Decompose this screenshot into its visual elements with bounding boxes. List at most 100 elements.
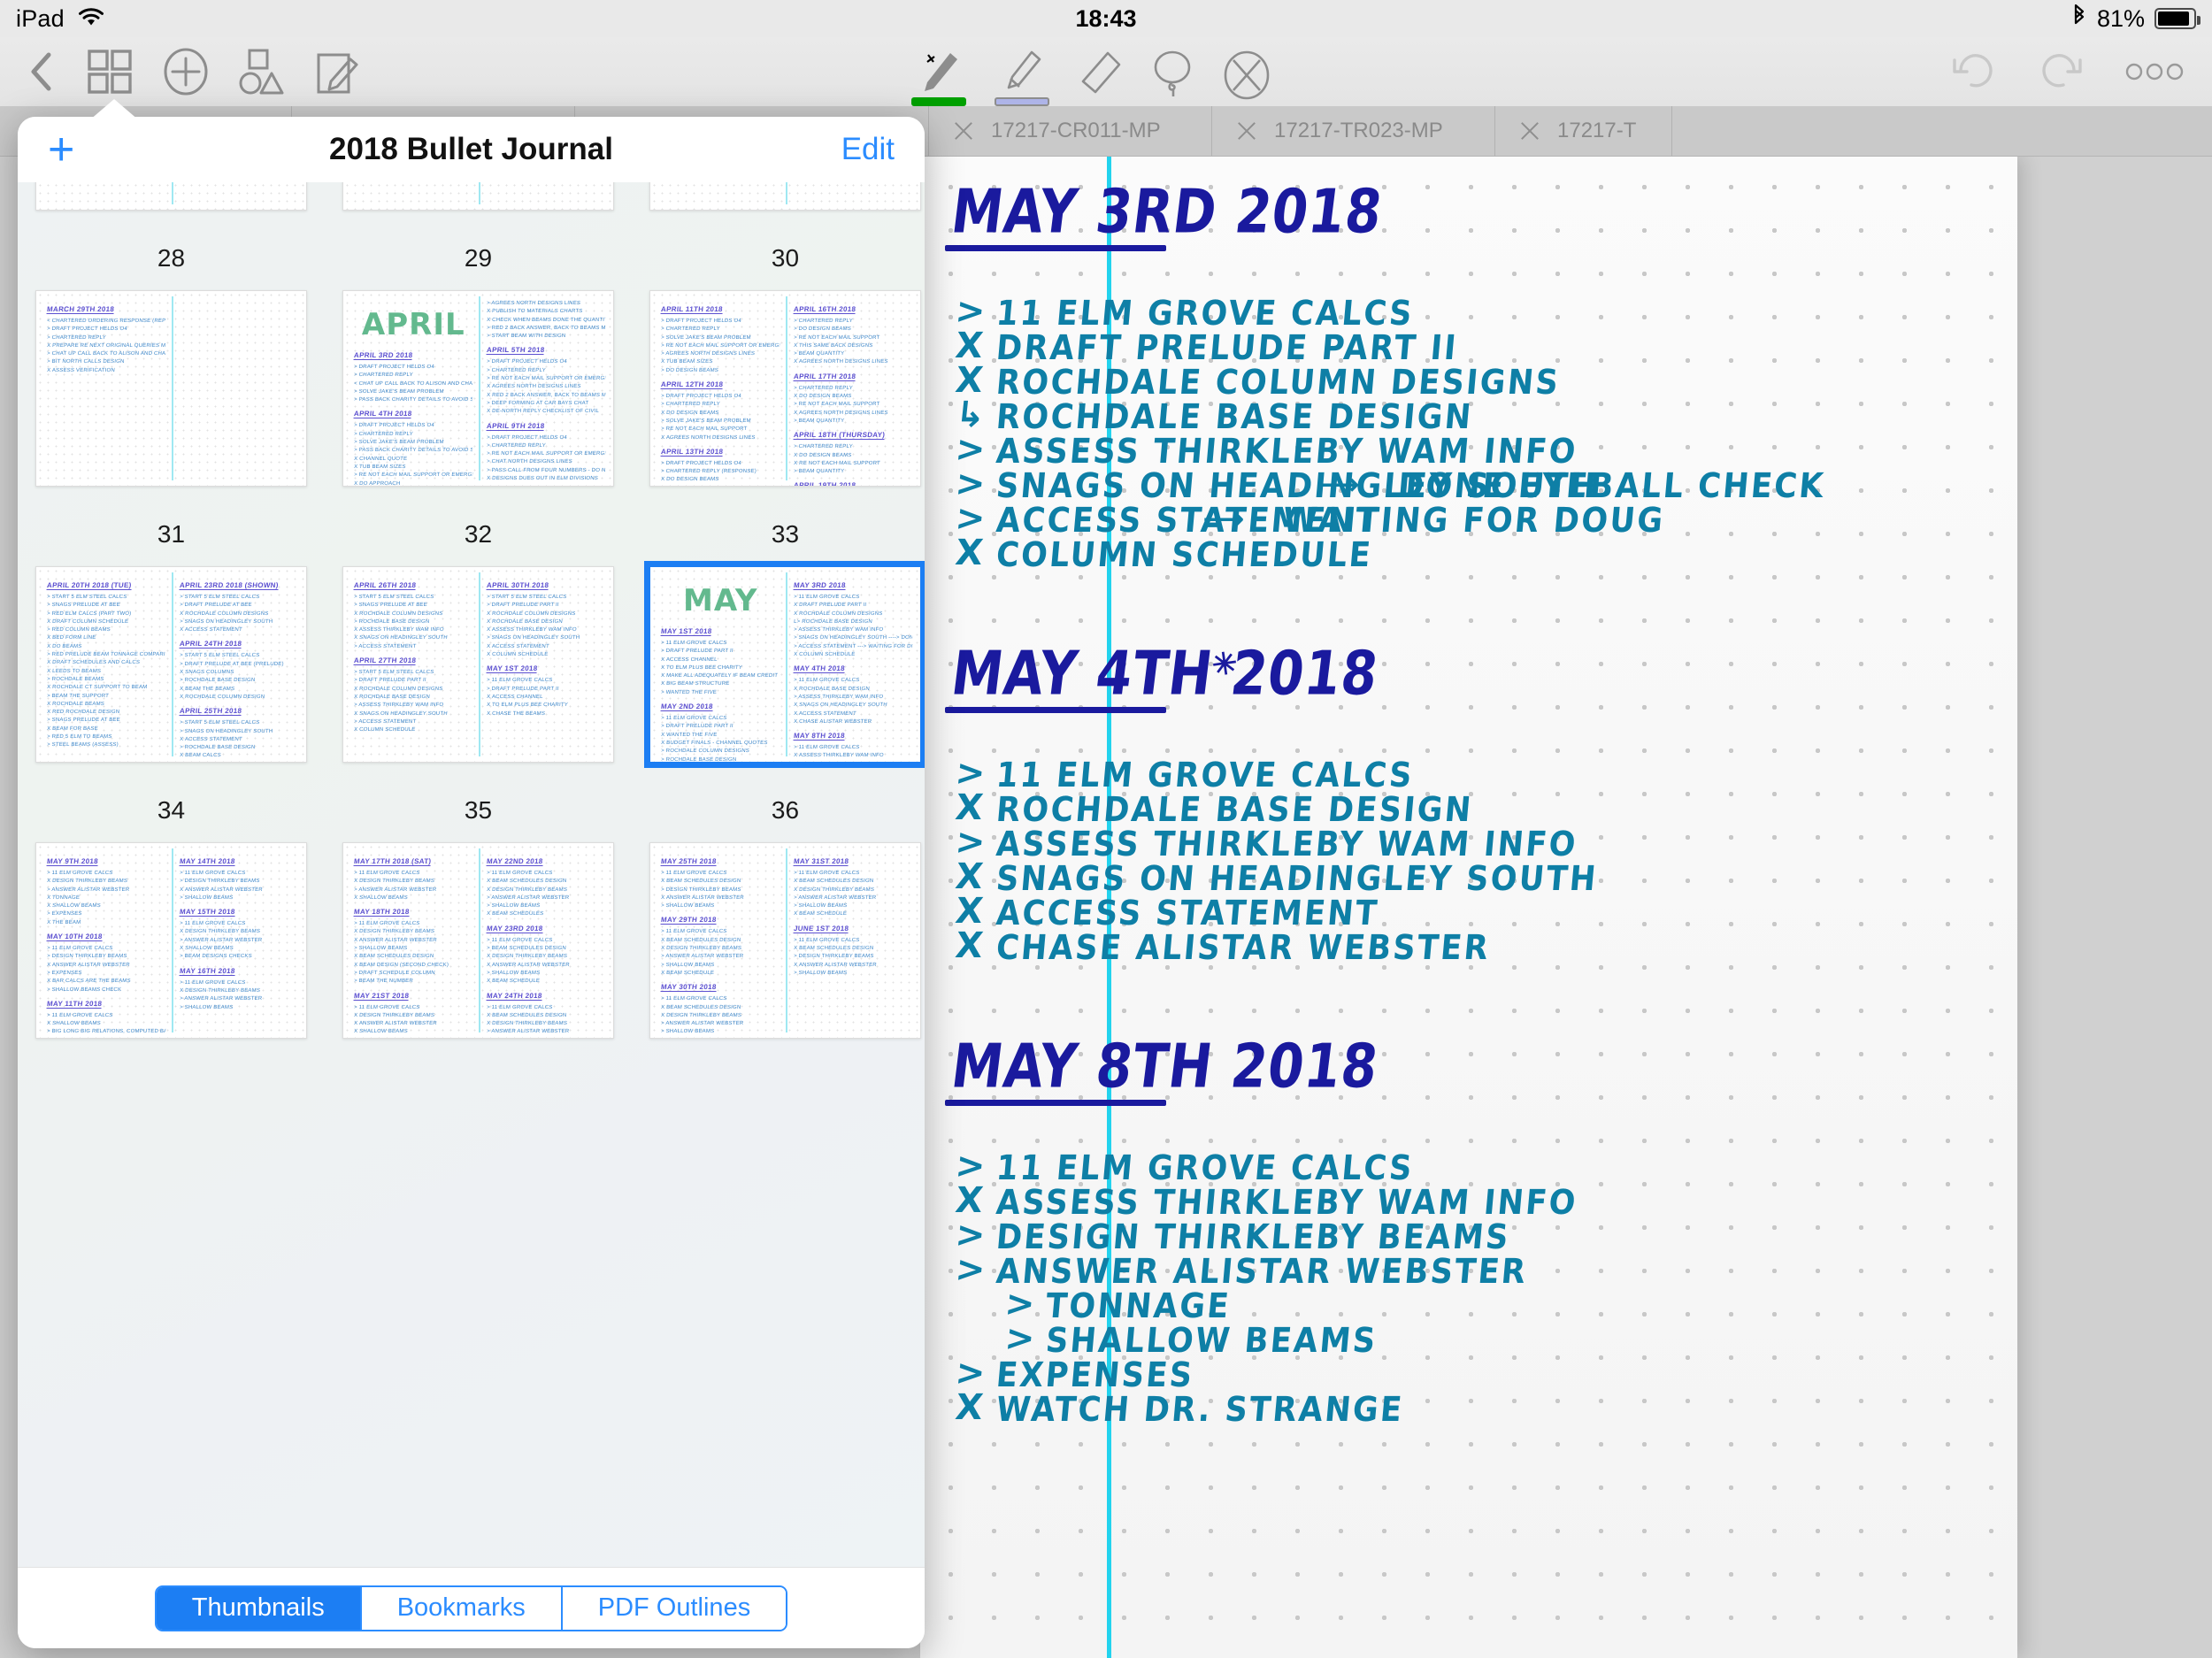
document-tab[interactable]: 17217-CR011-MP [929,106,1212,156]
more-dots-icon[interactable] [2125,62,2184,81]
thumb-line: X BEAM SCHEDULES DESIGN [660,879,741,885]
thumbnail-cell[interactable]: 28 MARCH 29TH 2018 < CHARTERED ORDERING RE… [18,211,325,487]
text-edit-icon[interactable] [315,48,361,96]
thumbnail-page[interactable]: MARCH 29TH 2018 < CHARTERED ORDERING RESP… [35,290,307,487]
note-item-text: TONNAGE [1044,1287,1233,1326]
thumbnail-cell[interactable]: 31 APRIL 20TH 2018 (TUE) > START 5 ELM STE… [18,487,325,763]
note-page[interactable]: MAY 3RD 2018 >11 ELM GROVE CALCS X DRAFT PR… [920,157,2017,1658]
segment-bookmarks[interactable]: Bookmarks [361,1586,563,1630]
thumb-line: > DO DESIGN BEAMS [660,367,719,373]
thumb-line: X ROCHDALE COLUMN DESIGNS [793,610,883,617]
thumb-line: > ROCHDALE COLUMN DESIGNS [660,748,750,755]
thumb-line: > SOLVE JAKE'S BEAM PROBLEM [353,388,445,395]
thumbnail-cell[interactable]: 34 MAY 9TH 2018 > 11 ELM GROVE CALCS X DESI… [18,763,325,1039]
thumb-line: X DESIGN THIRKLEBY BEAMS [179,987,260,994]
segment-pdf-outlines[interactable]: PDF Outlines [562,1586,787,1630]
thumb-line: > AGREES NORTH DESIGNS LINES [486,301,580,306]
back-chevron-icon[interactable] [27,50,57,93]
highlighter-color-swatch[interactable] [995,97,1049,106]
thumb-date-heading: APRIL 30TH 2018 [486,581,549,590]
thumbnail-page[interactable]: APRIL 26TH 2018 > START 5 ELM STEEL CALCS… [342,566,614,763]
undo-icon[interactable] [1952,51,1996,92]
thumbnail-page-number: 32 [464,520,493,548]
document-tab[interactable]: 17217-TR023-MP [1212,106,1495,156]
thumbnail-page[interactable] [649,182,921,211]
shapes-icon[interactable] [239,48,285,96]
thumb-line: X ROCHDALE COLUMN DESIGNS [486,610,576,617]
thumbnail-cell[interactable]: 35 MAY 17TH 2018 (SAT) > 11 ELM GROVE CALC… [325,763,632,1039]
redo-icon[interactable] [2039,51,2083,92]
thumb-line: > ANSWER ALISTAR WEBSTER [793,894,877,901]
thumb-date-heading: APRIL 11TH 2018 [660,305,724,314]
circle-slash-icon[interactable] [1223,50,1271,101]
thumb-line: X ACCESS CHANNEL [660,656,718,663]
thumb-right-column: > AGREES NORTH DESIGNS LINES X PUBLISH TO… [486,300,605,486]
thumb-line: > ANSWER ALISTAR WEBSTER [46,887,130,893]
thumb-line: X DESIGN THIRKLEBY BEAMS [353,1012,435,1018]
drawing-tools-group [911,37,1271,106]
thumb-line: X BEAM SCHEDULE [793,911,847,917]
thumb-right-column: APRIL 23RD 2018 (SHOWN) > START 5 ELM STE… [179,576,298,762]
plus-circle-icon[interactable] [163,47,209,96]
highlighter-icon[interactable] [995,50,1049,106]
thumbnail-page-number: 31 [157,520,186,548]
close-tab-icon[interactable] [1235,119,1258,142]
eraser-icon[interactable] [1078,50,1122,97]
note-item-text: ASSESS THIRKLEBY WAM INFO [995,1184,1579,1223]
thumbnail-page[interactable]: MAY 9TH 2018 > 11 ELM GROVE CALCS X DESIGN… [35,842,307,1039]
thumbnail-page[interactable] [35,182,307,211]
thumbnail-cell[interactable]: 30 APRIL 11TH 2018 > DRAFT PROJECT HELDS O… [632,211,925,487]
thumb-line: X DESIGN THIRKLEBY BEAMS [179,929,260,935]
thumb-line: X DESIGN THIRKLEBY BEAMS [47,1037,166,1039]
view-mode-segmented-control[interactable]: Thumbnails Bookmarks PDF Outlines [154,1585,788,1631]
thumb-date-heading: APRIL 17TH 2018 [793,372,856,381]
lasso-icon[interactable] [1150,50,1194,97]
thumb-line: > DRAFT PROJECT HELDS O4 [353,423,435,429]
bluetooth-icon [2071,4,2087,35]
thumbnail-page[interactable]: APRIL APRIL 3RD 2018 > DRAFT PROJECT HELDS… [342,290,614,487]
thumb-line: > START 5 ELM STEEL CALCS [353,670,434,676]
pen-color-swatch[interactable] [911,97,966,106]
thumbnail-page[interactable]: MAY 25TH 2018 > 11 ELM GROVE CALCS X BEAM … [649,842,921,1039]
thumb-line: > DRAFT PROJECT HELDS O4 [486,434,567,441]
thumbnail-page[interactable]: MAY 17TH 2018 (SAT) > 11 ELM GROVE CALCS X… [342,842,614,1039]
thumbnail-scroll-area[interactable]: 28 MARCH 29TH 2018 < CHARTERED ORDERING RE… [18,182,925,1567]
thumb-line: > RED 5 ELM TO BEAMS [46,734,112,741]
thumb-line: > ANSWER ALISTAR WEBSTER [179,937,263,943]
grid-icon[interactable] [87,49,133,95]
thumb-line: X SNAGS ON HEADINGLEY SOUTH [353,635,449,641]
thumbnail-cell[interactable]: 36 MAY 25TH 2018 > 11 ELM GROVE CALCS X BEA… [632,763,925,1039]
thumbnail-page[interactable]: MAY MAY 1ST 2018 > 11 ELM GROVE CALCS > DRA… [644,561,925,768]
note-item-marker: X [953,1387,986,1428]
thumbnail-cell[interactable]: 33 MAY MAY 1ST 2018 > 11 ELM GROVE CALCS > D… [632,487,925,768]
thumb-line: > SHALLOW BEAMS [486,970,541,976]
thumbnail-page[interactable]: APRIL 11TH 2018 > DRAFT PROJECT HELDS O4 >… [649,290,921,487]
note-item-arrow: ⟶ [1318,468,1359,500]
thumbnail-cell[interactable] [18,182,325,211]
thumb-line: > 11 ELM GROVE CALCS [793,595,860,600]
thumb-line: X ACCESS CHANNEL [486,694,543,700]
segment-thumbnails[interactable]: Thumbnails [156,1586,362,1630]
thumbnail-cell[interactable]: 32 APRIL 26TH 2018 > START 5 ELM STEEL CAL… [325,487,632,763]
thumbnail-page[interactable] [342,182,614,211]
thumb-line: > BEAM QUANTITY [793,418,845,424]
close-tab-icon[interactable] [952,119,975,142]
thumbnail-page[interactable]: APRIL 20TH 2018 (TUE) > START 5 ELM STEEL… [35,566,307,763]
thumb-line: X BUDGET FINALS - CHANNEL QUOTES [660,740,768,746]
thumb-line: L> ROCHDALE BASE DESIGN [793,618,872,625]
pen-icon[interactable] [911,50,966,106]
thumb-line: X ROCHDALE COLUMN DESIGNS [353,686,443,692]
close-tab-icon[interactable] [1518,119,1541,142]
thumb-line: > 11 ELM GROVE CALCS [660,641,727,646]
thumb-line: > 11 ELM GROVE CALCS [793,678,860,684]
thumbnail-cell[interactable] [632,182,925,211]
thumb-line: > ACCESS STATEMENT [353,718,417,725]
thumbnails-popover[interactable]: + 2018 Bullet Journal Edit 28 MARCH 29TH … [18,117,925,1648]
document-tab[interactable]: 17217-T [1495,106,1672,156]
thumb-line: > DRAFT PRELUDE PART II [660,649,734,655]
thumbnail-cell[interactable] [325,182,632,211]
thumb-date-heading: APRIL 24TH 2018 [179,640,242,649]
thumb-line: X RE NOT EACH MAIL SUPPORT [793,460,880,466]
thumbnail-cell[interactable]: 29 APRIL APRIL 3RD 2018 > DRAFT PROJECT HEL… [325,211,632,487]
thumb-date-heading: MAY 24TH 2018 [486,991,542,1001]
